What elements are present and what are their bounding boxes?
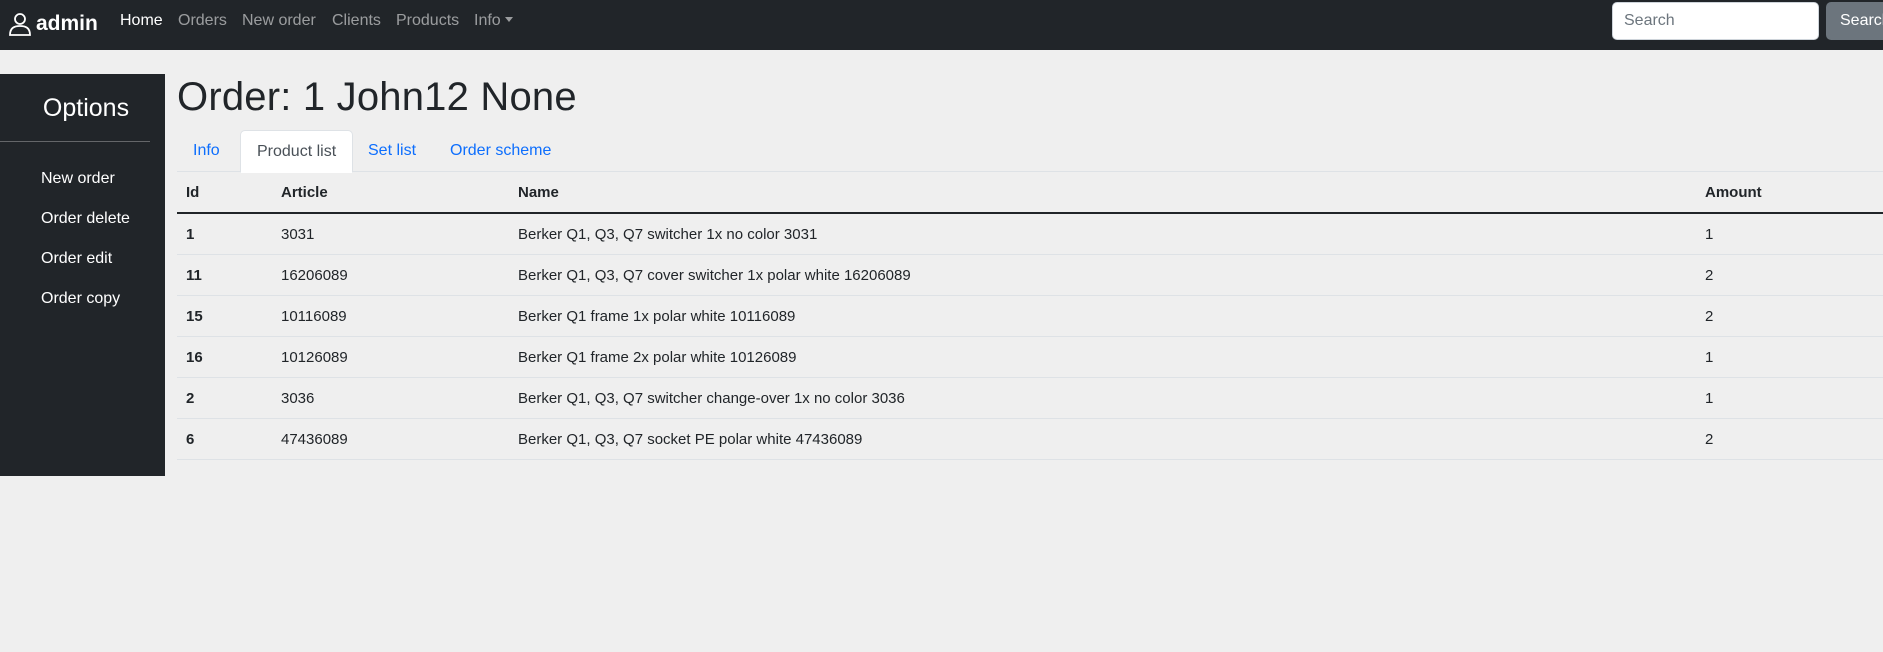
cell-id: 6 bbox=[186, 431, 195, 448]
nav-orders[interactable]: Orders bbox=[178, 12, 227, 30]
nav-home[interactable]: Home bbox=[120, 12, 163, 30]
cell-amount: 1 bbox=[1705, 226, 1714, 243]
cell-article: 10126089 bbox=[281, 349, 348, 366]
sidebar-item-order-delete[interactable]: Order delete bbox=[41, 210, 130, 228]
cell-article: 3031 bbox=[281, 226, 315, 243]
cell-amount: 2 bbox=[1705, 431, 1714, 448]
header-name: Name bbox=[518, 184, 559, 201]
nav-info-label: Info bbox=[474, 12, 501, 29]
cell-article: 16206089 bbox=[281, 267, 348, 284]
cell-id: 11 bbox=[186, 267, 202, 284]
cell-article: 47436089 bbox=[281, 431, 348, 448]
cell-id: 16 bbox=[186, 349, 203, 366]
cell-id: 15 bbox=[186, 308, 203, 325]
sidebar-item-order-copy[interactable]: Order copy bbox=[41, 290, 120, 308]
table-header-row: Id Article Name Amount bbox=[177, 172, 1883, 214]
header-amount: Amount bbox=[1705, 184, 1762, 201]
cell-name: Berker Q1, Q3, Q7 switcher change-over 1… bbox=[518, 390, 905, 407]
cell-name: Berker Q1 frame 2x polar white 10126089 bbox=[518, 349, 797, 366]
tab-set-list[interactable]: Set list bbox=[352, 130, 432, 172]
search-button[interactable]: Search bbox=[1826, 2, 1883, 40]
sidebar-title: Options bbox=[42, 94, 130, 122]
sidebar-item-order-edit[interactable]: Order edit bbox=[41, 250, 112, 268]
header-id: Id bbox=[186, 184, 200, 201]
cell-id: 1 bbox=[186, 226, 195, 243]
sidebar-item-new-order[interactable]: New order bbox=[41, 170, 115, 188]
cell-amount: 1 bbox=[1705, 349, 1714, 366]
cell-name: Berker Q1 frame 1x polar white 10116089 bbox=[518, 308, 796, 325]
brand-label: admin bbox=[36, 12, 98, 35]
header-article: Article bbox=[281, 184, 328, 201]
table-row: 6 47436089 Berker Q1, Q3, Q7 socket PE p… bbox=[177, 419, 1883, 460]
order-tabs: Info Product list Set list Order scheme bbox=[177, 130, 1883, 173]
search-input[interactable] bbox=[1612, 2, 1819, 40]
cell-name: Berker Q1, Q3, Q7 switcher 1x no color 3… bbox=[518, 226, 818, 243]
user-icon bbox=[9, 13, 31, 36]
table-row: 2 3036 Berker Q1, Q3, Q7 switcher change… bbox=[177, 378, 1883, 419]
options-sidebar: Options New order Order delete Order edi… bbox=[0, 74, 165, 476]
tab-info[interactable]: Info bbox=[177, 130, 236, 172]
cell-name: Berker Q1, Q3, Q7 cover switcher 1x pola… bbox=[518, 267, 911, 284]
table-row: 15 10116089 Berker Q1 frame 1x polar whi… bbox=[177, 296, 1883, 337]
cell-amount: 2 bbox=[1705, 267, 1714, 284]
table-row: 16 10126089 Berker Q1 frame 2x polar whi… bbox=[177, 337, 1883, 378]
cell-amount: 2 bbox=[1705, 308, 1714, 325]
cell-amount: 1 bbox=[1705, 390, 1714, 407]
top-navbar: admin Home Orders New order Clients Prod… bbox=[0, 0, 1883, 50]
table-row: 11 16206089 Berker Q1, Q3, Q7 cover swit… bbox=[177, 255, 1883, 296]
product-table: Id Article Name Amount 1 3031 Berker Q1,… bbox=[177, 172, 1883, 460]
cell-article: 10116089 bbox=[281, 308, 347, 325]
brand-link[interactable]: admin bbox=[7, 9, 98, 39]
tab-product-list[interactable]: Product list bbox=[240, 130, 354, 173]
nav-new-order[interactable]: New order bbox=[242, 12, 316, 30]
nav-products[interactable]: Products bbox=[396, 12, 459, 30]
cell-name: Berker Q1, Q3, Q7 socket PE polar white … bbox=[518, 431, 863, 448]
cell-id: 2 bbox=[186, 390, 195, 407]
table-row: 1 3031 Berker Q1, Q3, Q7 switcher 1x no … bbox=[177, 214, 1883, 255]
nav-info-dropdown[interactable]: Info bbox=[474, 12, 513, 30]
cell-article: 3036 bbox=[281, 390, 315, 407]
sidebar-divider bbox=[0, 141, 150, 142]
page-title: Order: 1 John12 None bbox=[177, 75, 577, 119]
nav-clients[interactable]: Clients bbox=[332, 12, 381, 30]
tab-order-scheme[interactable]: Order scheme bbox=[434, 130, 567, 172]
caret-down-icon bbox=[504, 17, 513, 23]
